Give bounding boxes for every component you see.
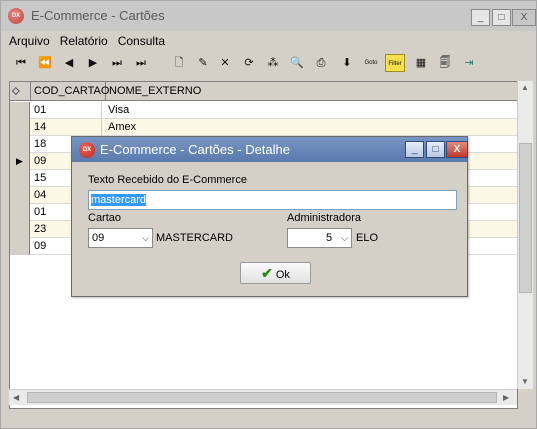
dialog-app-logo-icon: DX: [79, 142, 95, 158]
export-icon[interactable]: ⬇: [337, 54, 357, 72]
menu-arquivo[interactable]: Arquivo: [9, 34, 50, 48]
goto-icon[interactable]: Goto: [361, 54, 381, 72]
vertical-scrollbar[interactable]: ▲ ▼: [517, 81, 533, 389]
close-button[interactable]: X: [512, 9, 536, 26]
row-indicator[interactable]: [10, 136, 30, 153]
window-title: E-Commerce - Cartões: [31, 8, 165, 23]
row-indicator[interactable]: [10, 187, 30, 204]
prior-page-icon[interactable]: ⏪: [35, 54, 55, 72]
scroll-left-icon[interactable]: ◀: [13, 393, 19, 402]
table-row[interactable]: 01 Visa: [10, 102, 517, 119]
administradora-label: Administradora: [287, 212, 361, 224]
app-logo-icon: DX: [8, 8, 24, 24]
detail-dialog: DX E-Commerce - Cartões - Detalhe _ □ X …: [71, 136, 468, 297]
menu-bar: Arquivo Relatório Consulta: [9, 34, 175, 52]
prior-record-icon[interactable]: ◀: [59, 54, 79, 72]
column-header-nome-externo[interactable]: NOME_EXTERNO: [106, 82, 519, 101]
row-indicator[interactable]: [10, 204, 30, 221]
cartao-select[interactable]: 09 ⌵: [88, 228, 153, 248]
report-icon[interactable]: 🗐: [435, 54, 455, 72]
cell-cod-cartao[interactable]: 14: [32, 119, 102, 136]
print-icon[interactable]: ⎙: [311, 54, 331, 72]
grid-header: ⬦ COD_CARTAO NOME_EXTERNO: [10, 82, 517, 101]
scroll-up-icon[interactable]: ▲: [521, 83, 529, 92]
cell-nome-externo[interactable]: Amex: [106, 119, 136, 136]
filter-icon[interactable]: Filter: [385, 54, 405, 72]
preview-icon[interactable]: 🔍: [287, 54, 307, 72]
ok-button-label: Ok: [275, 269, 290, 281]
edit-record-icon[interactable]: ✎: [193, 54, 213, 72]
texto-recebido-value: mastercard: [91, 194, 147, 206]
dialog-title: E-Commerce - Cartões - Detalhe: [100, 142, 290, 157]
row-indicator[interactable]: [10, 221, 30, 238]
row-indicator[interactable]: [10, 102, 30, 119]
cartao-select-value: 09: [92, 232, 105, 244]
chevron-down-icon: ⌵: [341, 233, 348, 243]
chevron-down-icon: ⌵: [142, 233, 149, 243]
texto-recebido-label: Texto Recebido do E-Commerce: [88, 174, 247, 186]
checkmark-icon: ✔: [261, 265, 273, 281]
first-record-icon[interactable]: ⏮: [11, 54, 31, 72]
row-indicator[interactable]: [10, 170, 30, 187]
exit-icon[interactable]: ⇥: [459, 54, 479, 72]
cell-cod-cartao[interactable]: 01: [32, 102, 102, 119]
ok-button[interactable]: ✔ Ok: [240, 262, 311, 284]
next-record-icon[interactable]: ▶: [83, 54, 103, 72]
dialog-minimize-button[interactable]: _: [405, 141, 424, 158]
horizontal-scroll-thumb[interactable]: [27, 392, 497, 403]
maximize-button[interactable]: □: [492, 9, 511, 26]
delete-record-icon[interactable]: ✕: [215, 54, 235, 72]
vertical-scroll-thumb[interactable]: [519, 143, 532, 293]
tools-icon[interactable]: ⁂: [263, 54, 283, 72]
menu-consulta[interactable]: Consulta: [118, 34, 165, 48]
table-row[interactable]: 14 Amex: [10, 119, 517, 136]
cartao-label: Cartao: [88, 212, 122, 224]
administradora-name: ELO: [356, 232, 379, 244]
title-bar[interactable]: DX E-Commerce - Cartões _ □ X: [1, 1, 536, 31]
last-record-icon[interactable]: ⏭: [131, 54, 151, 72]
dialog-maximize-button[interactable]: □: [426, 141, 445, 158]
grid-corner-icon: ⬦: [10, 82, 31, 101]
cell-nome-externo[interactable]: Visa: [106, 102, 129, 119]
toolbar: ⏮ ⏪ ◀ ▶ ⏭ ⏭ 🗋 ✎ ✕ ⟳ ⁂ 🔍 ⎙ ⬇ Goto Filter …: [11, 53, 491, 73]
current-row-indicator-icon[interactable]: ▶: [10, 153, 30, 170]
dialog-title-bar[interactable]: DX E-Commerce - Cartões - Detalhe _ □ X: [72, 137, 468, 162]
column-header-cod-cartao[interactable]: COD_CARTAO: [31, 82, 109, 101]
new-record-icon[interactable]: 🗋: [169, 54, 189, 72]
cartao-name: MASTERCARD: [156, 232, 234, 244]
minimize-button[interactable]: _: [471, 9, 490, 26]
horizontal-scrollbar[interactable]: ◀ ▶: [9, 389, 517, 405]
row-indicator[interactable]: [10, 119, 30, 136]
dialog-close-button[interactable]: X: [446, 141, 468, 158]
row-indicator[interactable]: [10, 238, 30, 255]
scroll-down-icon[interactable]: ▼: [521, 377, 529, 386]
administradora-select[interactable]: 5 ⌵: [287, 228, 352, 248]
grid-icon[interactable]: ▦: [411, 54, 431, 72]
scroll-right-icon[interactable]: ▶: [503, 393, 509, 402]
menu-relatorio[interactable]: Relatório: [60, 34, 108, 48]
texto-recebido-input[interactable]: mastercard: [88, 190, 457, 210]
next-page-icon[interactable]: ⏭: [107, 54, 127, 72]
refresh-icon[interactable]: ⟳: [239, 54, 259, 72]
administradora-select-value: 5: [326, 232, 333, 244]
